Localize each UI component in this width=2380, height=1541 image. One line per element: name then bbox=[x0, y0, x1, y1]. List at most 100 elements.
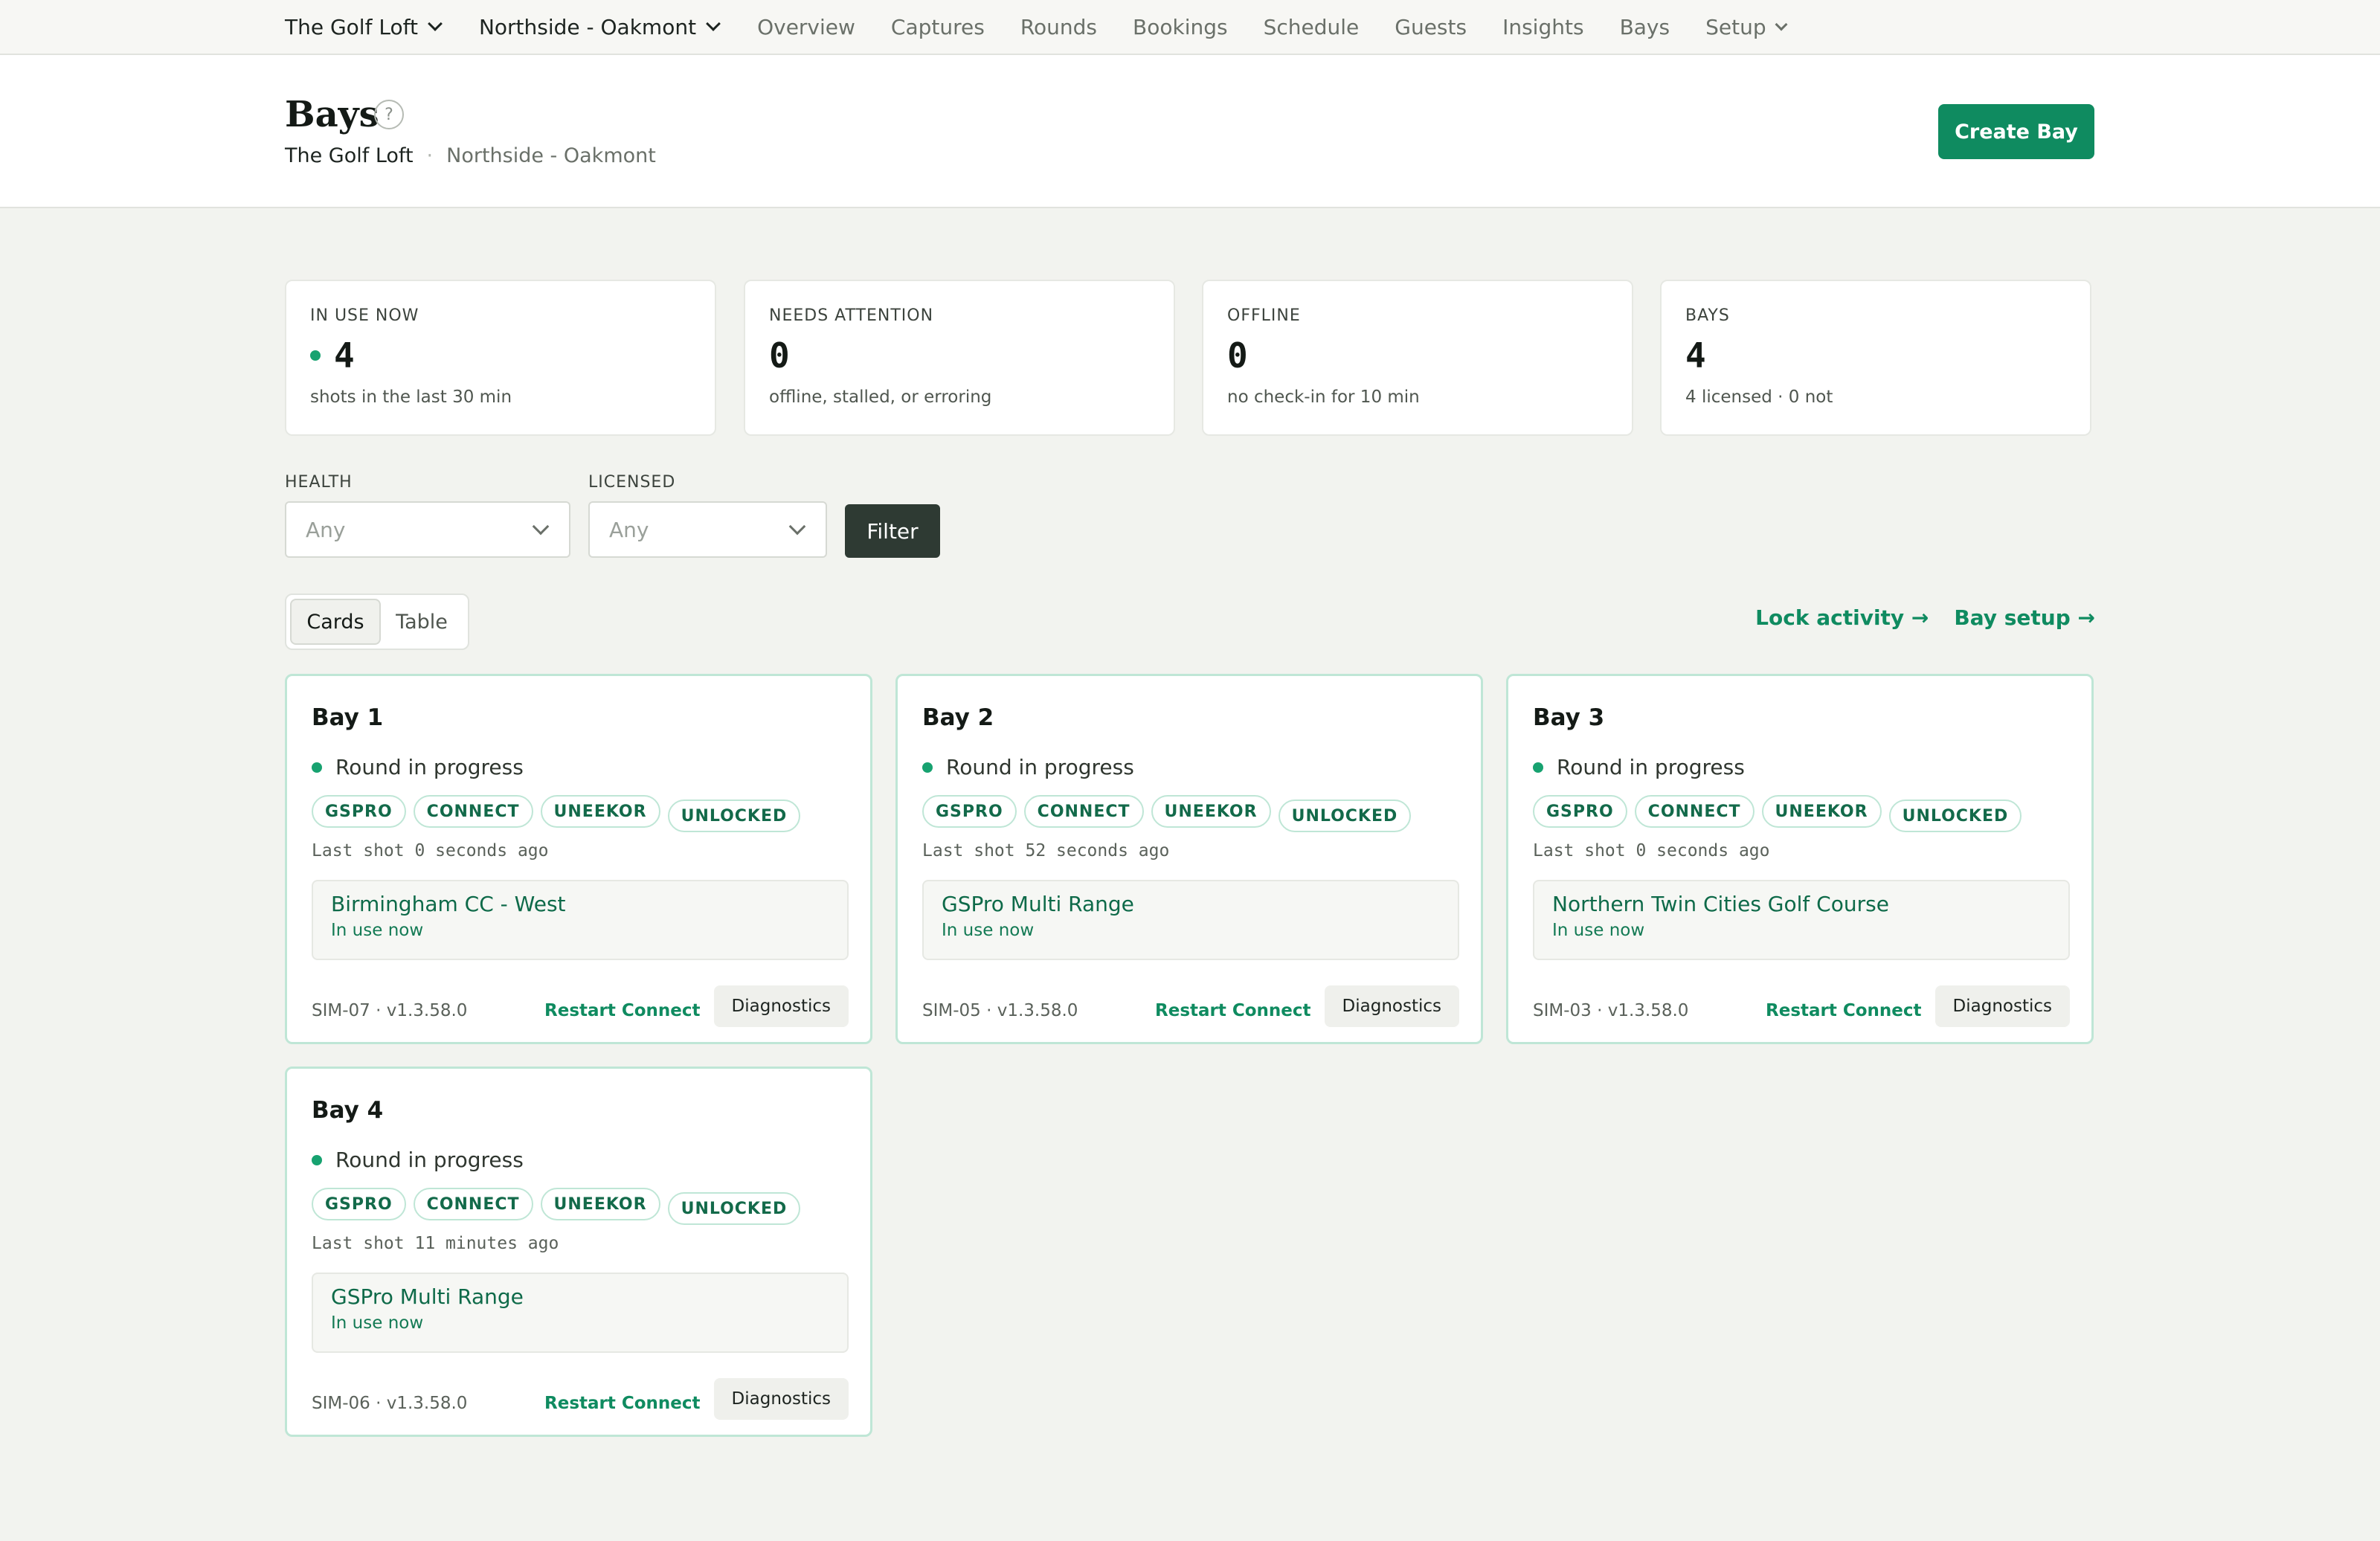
stat-bays: BAYS 4 4 licensed · 0 not bbox=[1660, 280, 2091, 436]
badge-uneekor: UNEEKOR bbox=[1151, 795, 1271, 828]
bay-card: Bay 1 Round in progress GSPRO CONNECT UN… bbox=[285, 674, 872, 1044]
nav-link-overview[interactable]: Overview bbox=[757, 15, 855, 39]
sim-version: SIM-07 · v1.3.58.0 bbox=[312, 1001, 468, 1020]
bay-card-footer: SIM-05 · v1.3.58.0 Restart Connect Diagn… bbox=[922, 985, 1459, 1027]
bay-status-text: Round in progress bbox=[1557, 755, 1745, 779]
bay-card-footer: SIM-06 · v1.3.58.0 Restart Connect Diagn… bbox=[312, 1378, 849, 1420]
nav-link-bays[interactable]: Bays bbox=[1620, 15, 1670, 39]
last-shot-text: Last shot 11 minutes ago bbox=[312, 1234, 559, 1253]
restart-connect-button[interactable]: Restart Connect bbox=[1766, 1001, 1922, 1020]
licensed-filter-label: LICENSED bbox=[588, 473, 676, 492]
lock-activity-link[interactable]: Lock activity → bbox=[1755, 605, 1929, 630]
nav-link-bookings[interactable]: Bookings bbox=[1133, 15, 1228, 39]
health-select-value: Any bbox=[306, 517, 346, 542]
badge-uneekor: UNEEKOR bbox=[540, 1188, 660, 1220]
badge-unlocked: UNLOCKED bbox=[1888, 800, 2022, 832]
page-links: Lock activity → Bay setup → bbox=[1730, 605, 2095, 630]
active-session[interactable]: GSPro Multi Range In use now bbox=[312, 1273, 849, 1353]
org-selector[interactable]: The Golf Loft bbox=[285, 14, 443, 39]
org-selector-label: The Golf Loft bbox=[285, 14, 418, 39]
badge-unlocked: UNLOCKED bbox=[667, 800, 801, 832]
badge-uneekor: UNEEKOR bbox=[540, 795, 660, 828]
badge-connect: CONNECT bbox=[1023, 795, 1144, 828]
diagnostics-button[interactable]: Diagnostics bbox=[1324, 985, 1459, 1027]
in-use-label: In use now bbox=[942, 921, 1035, 940]
bay-status: Round in progress bbox=[312, 1148, 524, 1172]
restart-connect-button[interactable]: Restart Connect bbox=[1155, 1001, 1311, 1020]
bay-status-text: Round in progress bbox=[335, 755, 524, 779]
nav-setup-label: Setup bbox=[1705, 14, 1766, 39]
badge-unlocked: UNLOCKED bbox=[667, 1192, 801, 1225]
bay-status-text: Round in progress bbox=[335, 1148, 524, 1172]
stat-subtext: no check-in for 10 min bbox=[1227, 387, 1420, 407]
stat-value-number: 4 bbox=[334, 335, 355, 376]
breadcrumb-org: The Golf Loft bbox=[285, 144, 414, 167]
course-name: Birmingham CC - West bbox=[331, 892, 566, 916]
in-use-label: In use now bbox=[331, 1313, 424, 1333]
view-toggle-cards[interactable]: Cards bbox=[290, 599, 381, 645]
active-session[interactable]: Birmingham CC - West In use now bbox=[312, 880, 849, 960]
chevron-down-icon bbox=[1775, 18, 1788, 31]
bay-name: Bay 4 bbox=[312, 1097, 384, 1124]
bay-card: Bay 2 Round in progress GSPRO CONNECT UN… bbox=[895, 674, 1483, 1044]
badge-unlocked: UNLOCKED bbox=[1278, 800, 1412, 832]
last-shot-text: Last shot 0 seconds ago bbox=[1533, 841, 1770, 860]
create-bay-button[interactable]: Create Bay bbox=[1938, 104, 2094, 159]
status-dot-icon bbox=[312, 1154, 322, 1165]
chevron-down-icon bbox=[788, 518, 806, 535]
last-shot-text: Last shot 52 seconds ago bbox=[922, 841, 1170, 860]
badge-gspro: GSPRO bbox=[1533, 795, 1627, 828]
stat-value: 0 bbox=[1227, 335, 1248, 376]
breadcrumb-location: Northside - Oakmont bbox=[446, 144, 656, 167]
stat-subtext: offline, stalled, or erroring bbox=[769, 387, 992, 407]
stat-label: NEEDS ATTENTION bbox=[769, 306, 934, 325]
bay-name: Bay 1 bbox=[312, 704, 384, 731]
stat-value: 4 bbox=[310, 335, 691, 376]
bay-badges: GSPRO CONNECT UNEEKOR UNLOCKED bbox=[312, 795, 808, 832]
bay-card-footer: SIM-07 · v1.3.58.0 Restart Connect Diagn… bbox=[312, 985, 849, 1027]
nav-link-captures[interactable]: Captures bbox=[891, 15, 985, 39]
badge-gspro: GSPRO bbox=[922, 795, 1017, 828]
stat-subtext: 4 licensed · 0 not bbox=[1685, 387, 1833, 407]
active-session[interactable]: Northern Twin Cities Golf Course In use … bbox=[1533, 880, 2070, 960]
in-use-label: In use now bbox=[331, 921, 424, 940]
badge-connect: CONNECT bbox=[413, 795, 533, 828]
health-select[interactable]: Any bbox=[285, 501, 570, 558]
status-dot-icon bbox=[922, 762, 933, 773]
restart-connect-button[interactable]: Restart Connect bbox=[544, 1394, 701, 1413]
badge-gspro: GSPRO bbox=[312, 1188, 406, 1220]
bay-name: Bay 3 bbox=[1533, 704, 1605, 731]
view-toggle-table[interactable]: Table bbox=[381, 599, 463, 645]
help-icon[interactable]: ? bbox=[374, 100, 404, 129]
sim-version: SIM-06 · v1.3.58.0 bbox=[312, 1394, 468, 1413]
chevron-down-icon bbox=[706, 16, 721, 31]
last-shot-text: Last shot 0 seconds ago bbox=[312, 841, 549, 860]
licensed-select[interactable]: Any bbox=[588, 501, 827, 558]
restart-connect-button[interactable]: Restart Connect bbox=[544, 1001, 701, 1020]
bay-badges: GSPRO CONNECT UNEEKOR UNLOCKED bbox=[1533, 795, 2029, 832]
badge-connect: CONNECT bbox=[413, 1188, 533, 1220]
diagnostics-button[interactable]: Diagnostics bbox=[713, 1378, 849, 1420]
view-toggle: Cards Table bbox=[285, 593, 469, 650]
bay-card-footer: SIM-03 · v1.3.58.0 Restart Connect Diagn… bbox=[1533, 985, 2070, 1027]
bay-card: Bay 4 Round in progress GSPRO CONNECT UN… bbox=[285, 1067, 872, 1437]
nav-link-rounds[interactable]: Rounds bbox=[1020, 15, 1097, 39]
diagnostics-button[interactable]: Diagnostics bbox=[713, 985, 849, 1027]
stat-subtext: shots in the last 30 min bbox=[310, 387, 512, 407]
stat-label: BAYS bbox=[1685, 306, 1730, 325]
filter-button[interactable]: Filter bbox=[845, 504, 940, 558]
status-dot-icon bbox=[312, 762, 322, 773]
breadcrumb: The Golf Loft · Northside - Oakmont bbox=[285, 144, 656, 167]
sim-version: SIM-05 · v1.3.58.0 bbox=[922, 1001, 1078, 1020]
bay-setup-link[interactable]: Bay setup → bbox=[1954, 605, 2095, 630]
active-session[interactable]: GSPro Multi Range In use now bbox=[922, 880, 1459, 960]
diagnostics-button[interactable]: Diagnostics bbox=[1934, 985, 2070, 1027]
nav-link-insights[interactable]: Insights bbox=[1502, 15, 1583, 39]
location-selector[interactable]: Northside - Oakmont bbox=[479, 15, 721, 39]
stat-value: 4 bbox=[1685, 335, 1706, 376]
nav-setup-menu[interactable]: Setup bbox=[1705, 14, 1788, 39]
nav-link-guests[interactable]: Guests bbox=[1395, 15, 1467, 39]
top-nav: The Golf Loft Northside - Oakmont Overvi… bbox=[0, 0, 2380, 55]
nav-link-schedule[interactable]: Schedule bbox=[1264, 15, 1360, 39]
stat-label: OFFLINE bbox=[1227, 306, 1301, 325]
